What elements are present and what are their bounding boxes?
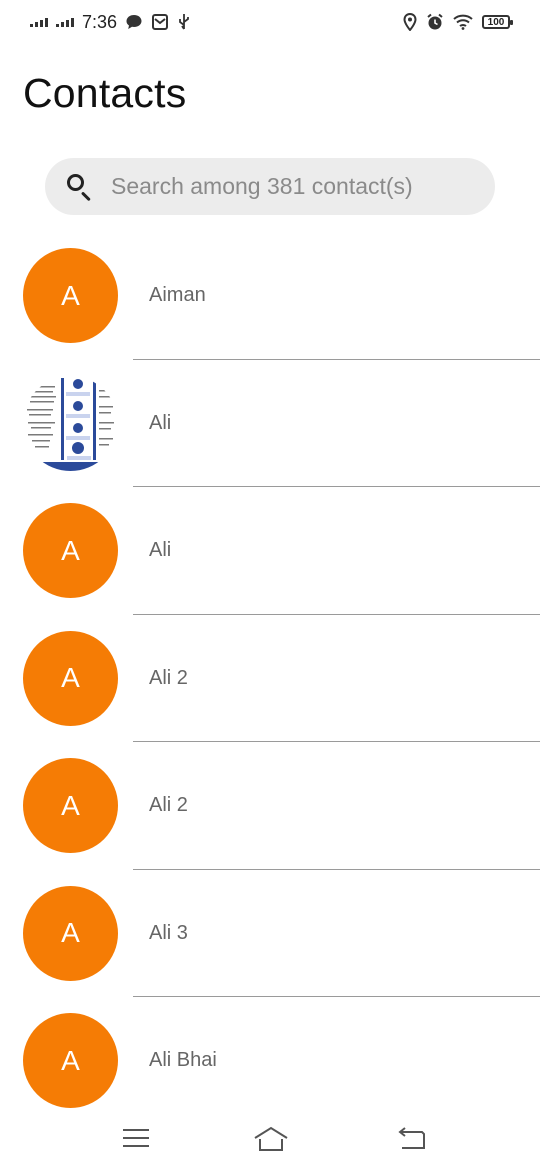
search-icon (65, 172, 95, 202)
menu-icon (123, 1129, 149, 1147)
page-title: Contacts (23, 70, 187, 116)
home-button[interactable] (254, 1126, 288, 1152)
contact-avatar: A (23, 885, 118, 981)
contact-row[interactable]: A Ali (0, 487, 540, 615)
status-right: 100 (403, 13, 513, 31)
contact-name: Ali 3 (149, 921, 188, 944)
signal-icon-2 (56, 17, 74, 27)
contact-avatar: A (23, 1013, 118, 1109)
home-icon (254, 1126, 288, 1151)
contact-photo-image (23, 375, 118, 471)
contact-row[interactable]: A Ali 3 (0, 870, 540, 998)
contact-name: Aiman (149, 284, 206, 307)
alarm-icon (427, 13, 443, 30)
search-bar[interactable] (45, 158, 495, 215)
contact-name: Ali Bhai (149, 1049, 217, 1072)
status-bar: 7:36 100 (0, 0, 540, 44)
contact-avatar: A (23, 758, 118, 854)
location-icon (403, 13, 417, 31)
contact-list: A Aiman Ali A Ali A Ali 2 A Ali 2 A Ali … (0, 232, 540, 1125)
message-icon (126, 15, 142, 29)
contact-row[interactable]: A Ali Bhai (0, 997, 540, 1125)
contact-avatar: A (23, 248, 118, 344)
contact-name: Ali 2 (149, 794, 188, 817)
contact-avatar: A (23, 630, 118, 726)
navigation-bar (0, 1108, 540, 1170)
contact-name: Ali (149, 411, 172, 434)
usb-icon (179, 14, 189, 30)
status-left: 7:36 (30, 12, 191, 33)
contact-avatar: A (23, 503, 118, 599)
contact-row[interactable]: A Aiman (0, 232, 540, 360)
contact-photo-avatar (23, 375, 118, 471)
mail-icon (152, 14, 169, 30)
search-input[interactable] (111, 173, 471, 200)
back-button[interactable] (398, 1126, 428, 1152)
signal-icon (30, 17, 48, 27)
contact-name: Ali (149, 539, 172, 562)
contact-row[interactable]: A Ali 2 (0, 742, 540, 870)
contact-row[interactable]: Ali (0, 360, 540, 488)
back-icon (398, 1127, 425, 1149)
status-time: 7:36 (82, 11, 118, 32)
wifi-icon (453, 14, 473, 30)
contact-name: Ali 2 (149, 666, 188, 689)
battery-icon: 100 (482, 15, 513, 29)
contact-row[interactable]: A Ali 2 (0, 615, 540, 743)
menu-button[interactable] (122, 1126, 152, 1152)
